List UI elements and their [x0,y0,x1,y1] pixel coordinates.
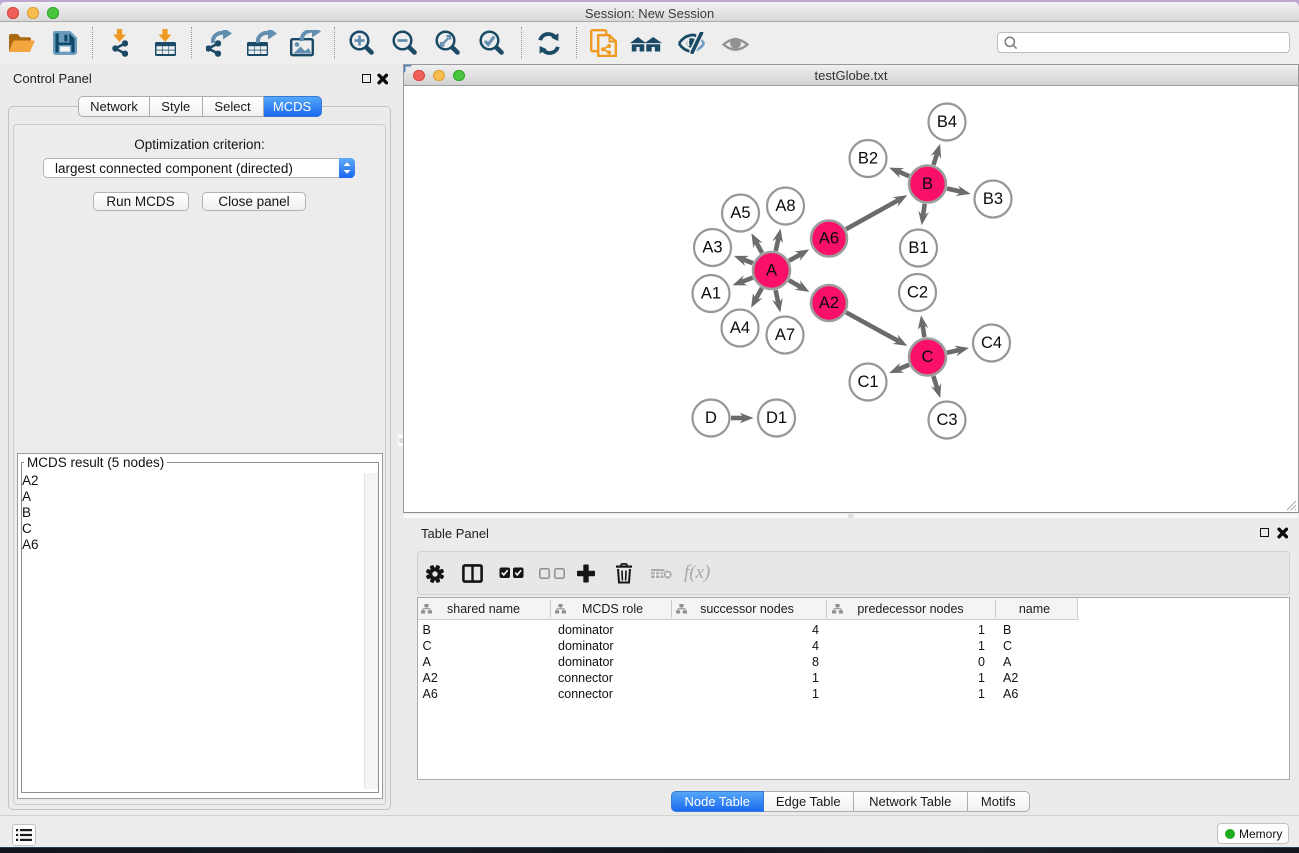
svg-text:B1: B1 [908,239,928,257]
svg-text:B3: B3 [983,190,1003,208]
svg-text:C1: C1 [857,373,878,391]
svg-text:C: C [922,348,934,366]
svg-text:A: A [766,262,777,280]
svg-text:C3: C3 [936,411,957,429]
svg-text:A7: A7 [775,326,795,344]
svg-text:A6: A6 [819,230,839,248]
svg-text:D: D [705,409,717,427]
svg-text:B4: B4 [937,113,957,131]
svg-text:A1: A1 [701,285,721,303]
svg-text:A2: A2 [819,294,839,312]
svg-text:B2: B2 [858,150,878,168]
svg-text:B: B [922,175,933,193]
svg-text:D1: D1 [766,409,787,427]
svg-text:A8: A8 [775,197,795,215]
svg-text:A5: A5 [730,204,750,222]
svg-text:A4: A4 [730,319,750,337]
svg-text:C4: C4 [981,334,1002,352]
svg-text:C2: C2 [907,284,928,302]
svg-text:A3: A3 [702,239,722,257]
